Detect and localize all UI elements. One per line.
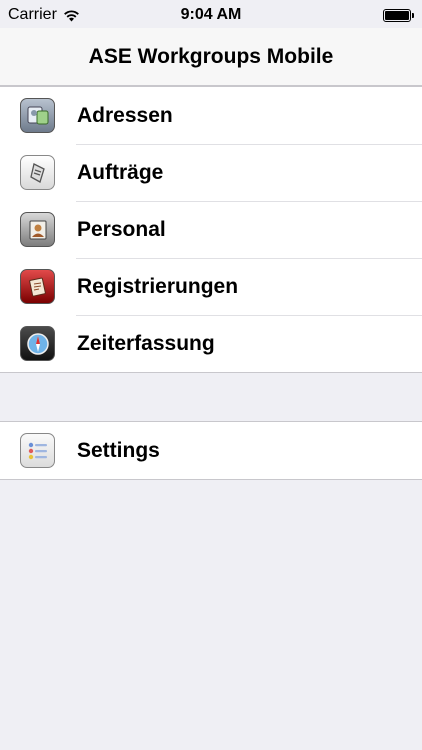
- registration-icon: [20, 269, 55, 304]
- settings-label: Settings: [77, 438, 160, 462]
- settings-list-icon: [20, 433, 55, 468]
- personnel-icon: [20, 212, 55, 247]
- menu-item-label: Zeiterfassung: [77, 331, 215, 355]
- status-time: 9:04 AM: [180, 6, 242, 23]
- page-title: ASE Workgroups Mobile: [88, 44, 334, 68]
- status-bar: Carrier 9:04 AM: [0, 0, 422, 30]
- menu-item-registrierungen[interactable]: Registrierungen: [0, 258, 422, 315]
- menu-item-adressen[interactable]: Adressen: [0, 87, 422, 144]
- battery-icon: [383, 8, 411, 22]
- menu-item-zeiterfassung[interactable]: Zeiterfassung: [0, 315, 422, 372]
- menu-item-settings[interactable]: Settings: [0, 422, 422, 479]
- menu-item-label: Registrierungen: [77, 274, 239, 298]
- menu-item-label: Aufträge: [77, 160, 164, 184]
- menu-item-auftraege[interactable]: Aufträge: [0, 144, 422, 201]
- compass-clock-icon: [20, 326, 55, 361]
- battery-level: [385, 10, 409, 20]
- main-menu-list: Adressen Aufträge Personal Registrierung…: [0, 86, 422, 373]
- address-book-icon: [20, 98, 55, 133]
- navigation-bar: ASE Workgroups Mobile: [0, 28, 422, 86]
- order-document-icon: [20, 155, 55, 190]
- settings-list: Settings: [0, 421, 422, 480]
- menu-item-label: Personal: [77, 217, 166, 241]
- menu-item-label: Adressen: [77, 103, 173, 127]
- menu-item-personal[interactable]: Personal: [0, 201, 422, 258]
